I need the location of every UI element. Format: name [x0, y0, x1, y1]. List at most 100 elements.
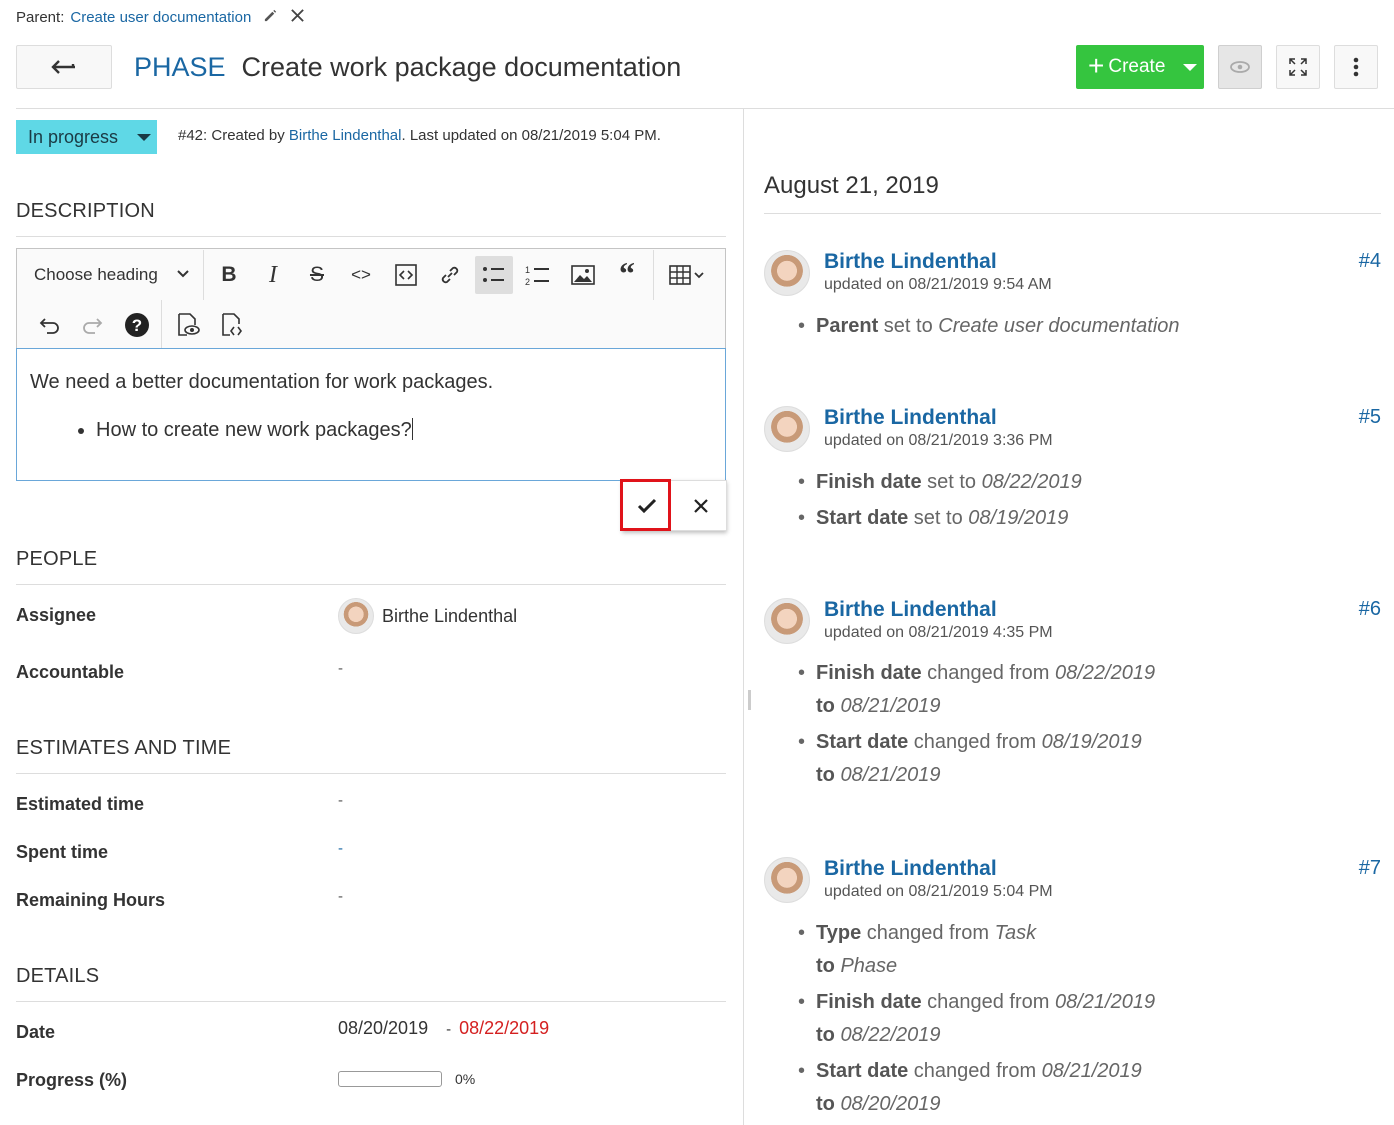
date-field[interactable]: 08/20/2019 - 08/22/2019: [338, 1018, 549, 1039]
activity-user-link[interactable]: Birthe Lindenthal: [824, 250, 997, 274]
section-rule: [16, 584, 726, 585]
italic-icon[interactable]: I: [254, 256, 292, 294]
code-icon[interactable]: <>: [342, 256, 380, 294]
progress-label: Progress (%): [16, 1070, 128, 1090]
undo-icon[interactable]: [30, 306, 68, 344]
activity-timestamp: updated on 08/21/2019 3:36 PM: [824, 432, 1053, 449]
progress-value: 0%: [455, 1071, 476, 1087]
change-value: 08/21/2019: [1041, 1060, 1142, 1082]
type-label[interactable]: PHASE: [134, 52, 226, 83]
activity-changes: Type changed from Task to Phase Finish da…: [798, 917, 1155, 1121]
editor-paragraph: We need a better documentation for work …: [30, 371, 494, 393]
code-block-icon[interactable]: [387, 256, 425, 294]
numbered-list-icon[interactable]: 12: [519, 256, 557, 294]
cancel-button[interactable]: [675, 481, 727, 530]
activity-changes: Finish date set to 08/22/2019 Start date…: [798, 466, 1082, 535]
activity-changes: Parent set to Create user documentation: [798, 310, 1180, 343]
editor-bullet: How to create new work packages?: [96, 418, 712, 442]
assignee-field[interactable]: Birthe Lindenthal: [338, 598, 517, 634]
change-text: set to: [908, 507, 969, 529]
change-value: 08/19/2019: [1041, 731, 1142, 753]
activity-number-link[interactable]: #4: [1359, 250, 1381, 273]
toolbar-separator: [203, 250, 204, 300]
image-icon[interactable]: [564, 256, 602, 294]
pencil-icon[interactable]: [263, 8, 278, 27]
redo-icon[interactable]: [74, 306, 112, 344]
activity-date-heading: August 21, 2019: [764, 172, 939, 199]
change-value: Task: [994, 922, 1037, 944]
activity-change: Start date changed from 08/21/2019 to 08/…: [798, 1055, 1155, 1121]
parent-link[interactable]: Create user documentation: [70, 9, 251, 26]
meta-suffix: . Last updated on 08/21/2019 5:04 PM.: [401, 127, 661, 144]
chevron-down-icon: [177, 270, 189, 278]
date-separator: -: [446, 1021, 452, 1038]
editor-toolbar: Choose heading B I S <> 12 “ ?: [16, 248, 726, 349]
activity-change: Finish date set to 08/22/2019: [798, 466, 1082, 499]
more-menu-button[interactable]: [1334, 45, 1378, 89]
table-icon[interactable]: [663, 256, 711, 294]
change-value: 08/19/2019: [968, 507, 1069, 529]
eye-icon: [1230, 61, 1250, 73]
close-icon[interactable]: [290, 8, 305, 27]
avatar: [764, 857, 810, 903]
avatar: [338, 598, 374, 634]
spent-time-value[interactable]: -: [338, 840, 343, 857]
estimated-time-value[interactable]: -: [338, 792, 343, 809]
avatar: [764, 250, 810, 296]
change-to-text: to: [816, 1024, 841, 1046]
expand-icon: [1289, 58, 1307, 76]
heading-select[interactable]: Choose heading: [18, 250, 203, 300]
remaining-hours-label: Remaining Hours: [16, 890, 166, 910]
resize-handle[interactable]: [748, 690, 751, 710]
change-field: Finish date: [816, 662, 922, 684]
activity-change: Finish date changed from 08/22/2019 to 08…: [798, 657, 1155, 723]
svg-text:1: 1: [525, 265, 530, 275]
finish-date-value: 08/22/2019: [459, 1018, 550, 1038]
back-button[interactable]: [16, 45, 112, 89]
change-text: changed from: [908, 731, 1042, 753]
activity-user-link[interactable]: Birthe Lindenthal: [824, 857, 997, 881]
activity-number-link[interactable]: #6: [1359, 598, 1381, 621]
activity-user-link[interactable]: Birthe Lindenthal: [824, 406, 997, 430]
blockquote-icon[interactable]: “: [608, 254, 646, 292]
activity-change: Finish date changed from 08/21/2019 to 08…: [798, 986, 1155, 1052]
activity-change: Type changed from Task to Phase: [798, 917, 1155, 983]
change-text: set to: [921, 471, 982, 493]
fullscreen-button[interactable]: [1276, 45, 1320, 89]
meta-author-link[interactable]: Birthe Lindenthal: [289, 127, 402, 144]
editor-content[interactable]: We need a better documentation for work …: [16, 348, 726, 481]
change-text: changed from: [921, 662, 1055, 684]
change-value: 08/22/2019: [981, 471, 1082, 493]
link-icon[interactable]: [431, 256, 469, 294]
change-to-value: 08/20/2019: [840, 1093, 941, 1115]
preview-icon[interactable]: [169, 306, 207, 344]
bold-icon[interactable]: B: [210, 256, 248, 294]
activity-change: Start date changed from 08/19/2019 to 08/…: [798, 726, 1155, 792]
watch-button[interactable]: [1218, 45, 1262, 89]
activity-number-link[interactable]: #5: [1359, 406, 1381, 429]
change-field: Start date: [816, 1060, 909, 1082]
status-dropdown[interactable]: In progress: [16, 120, 157, 154]
progress-bar[interactable]: [338, 1071, 442, 1087]
activity-rule: [764, 213, 1381, 214]
accountable-value[interactable]: -: [338, 660, 343, 677]
change-to-text: to: [816, 955, 841, 977]
bulleted-list-icon[interactable]: [475, 256, 513, 294]
change-to-value: 08/21/2019: [840, 695, 941, 717]
plus-icon: +: [1088, 50, 1105, 81]
change-text: changed from: [921, 991, 1055, 1013]
change-field: Start date: [816, 731, 909, 753]
subject-label[interactable]: Create work package documentation: [242, 52, 682, 83]
create-button[interactable]: + Create: [1076, 45, 1204, 89]
change-value: 08/21/2019: [1055, 991, 1156, 1013]
activity-number-link[interactable]: #7: [1359, 857, 1381, 880]
text-cursor: [411, 418, 413, 440]
help-icon[interactable]: ?: [118, 306, 156, 344]
strikethrough-icon[interactable]: S: [298, 256, 336, 294]
remaining-hours-value[interactable]: -: [338, 888, 343, 905]
svg-text:?: ?: [132, 316, 142, 335]
source-code-icon[interactable]: [213, 306, 251, 344]
change-to-value: 08/21/2019: [840, 764, 941, 786]
description-editor: Choose heading B I S <> 12 “ ? We need a…: [16, 248, 726, 481]
activity-user-link[interactable]: Birthe Lindenthal: [824, 598, 997, 622]
